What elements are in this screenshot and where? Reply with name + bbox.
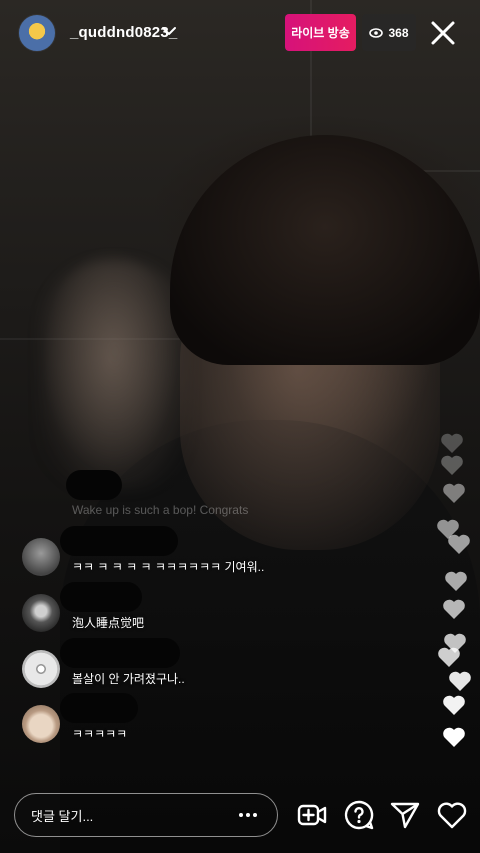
host-avatar[interactable] [18,14,56,52]
commenter-name-redacted [66,470,122,500]
comment-input-box[interactable] [14,793,278,837]
commenter-name-redacted [60,693,138,723]
send-icon[interactable] [389,799,421,831]
commenter-avatar[interactable] [22,538,60,576]
commenter-avatar[interactable] [22,705,60,743]
person-hand [40,260,190,490]
top-bar: _quddnd0823_ 라이브 방송 368 [0,0,480,66]
chevron-down-icon[interactable] [160,22,178,40]
viewer-count: 368 [388,25,409,40]
comment-text: 泡人睡点觉吧 [72,616,145,630]
wall-seam [420,170,480,172]
like-heart-icon[interactable] [436,799,468,831]
add-guest-icon[interactable] [296,799,328,831]
commenter-name-redacted [60,526,178,556]
commenter-avatar[interactable] [22,650,60,688]
comment-input[interactable] [29,804,233,828]
comment-text: ㅋㅋㅋㅋㅋ [72,727,128,741]
commenter-name-redacted [60,638,180,668]
live-badge: 라이브 방송 [285,14,356,51]
eye-icon [369,27,384,38]
viewer-count-badge[interactable]: 368 [362,14,416,51]
comment-text: 볼살이 안 가려졌구나.. [72,672,185,686]
comment-faded: Wake up is such a bop! Congrats [72,503,249,517]
question-icon[interactable] [343,799,375,831]
more-options-icon[interactable] [237,806,259,824]
commenter-name-redacted [60,582,142,612]
comment-text: ㅋㅋ ㅋ ㅋ ㅋ ㅋ ㅋㅋㅋㅋㅋㅋ 기여워.. [72,560,265,574]
close-icon[interactable] [428,18,458,48]
commenter-avatar[interactable] [22,594,60,632]
